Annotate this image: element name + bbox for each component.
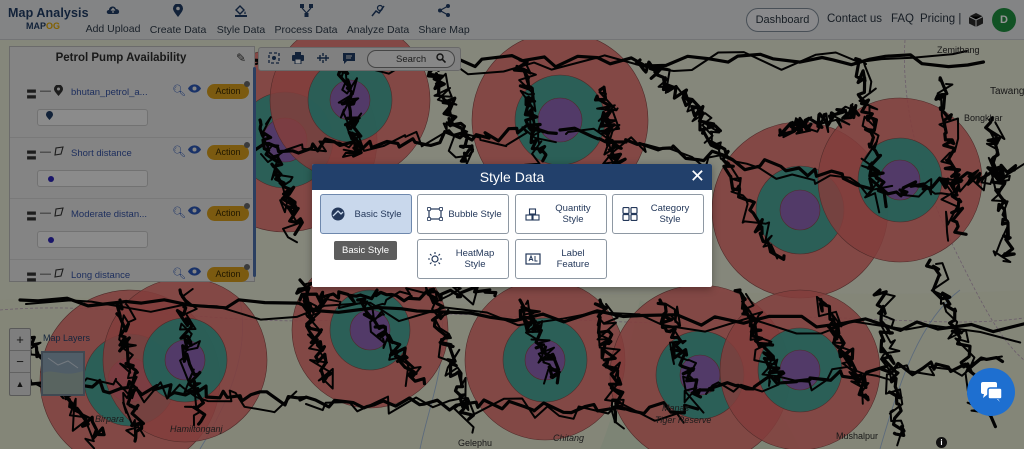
- basic-style-icon: [330, 207, 346, 221]
- basic-style-tooltip: Basic Style: [334, 241, 397, 260]
- heatmap-style-label: HeatMap Style: [455, 248, 495, 270]
- bubble-style-label: Bubble Style: [448, 208, 502, 220]
- category-style-icon: [622, 206, 638, 222]
- close-icon[interactable]: ✕: [690, 166, 705, 186]
- quantity-style-label: Quantity Style: [555, 203, 591, 225]
- dialog-header: Style Data ✕: [312, 164, 712, 190]
- bubble-style-button[interactable]: Bubble Style: [417, 194, 509, 234]
- category-style-label: Category Style: [650, 203, 690, 225]
- info-icon[interactable]: i: [936, 437, 947, 448]
- quantity-style-icon: [525, 207, 541, 221]
- chat-support-button[interactable]: [967, 368, 1015, 416]
- label-feature-label: Label Feature: [556, 248, 590, 270]
- basic-style-label: Basic Style: [354, 208, 402, 220]
- quantity-style-button[interactable]: Quantity Style: [515, 194, 607, 234]
- label-feature-button[interactable]: Label Feature: [515, 239, 607, 279]
- category-style-button[interactable]: Category Style: [612, 194, 704, 234]
- chat-bubbles-icon: [981, 382, 1003, 402]
- heatmap-style-button[interactable]: HeatMap Style: [417, 239, 509, 279]
- dialog-title: Style Data: [479, 169, 545, 185]
- basic-style-button[interactable]: Basic Style: [320, 194, 412, 234]
- label-feature-icon: [525, 252, 541, 266]
- heatmap-style-icon: [427, 252, 443, 266]
- bubble-style-icon: [426, 206, 444, 222]
- style-data-dialog: Style Data ✕ Basic Style Bubble Style Qu…: [312, 164, 712, 287]
